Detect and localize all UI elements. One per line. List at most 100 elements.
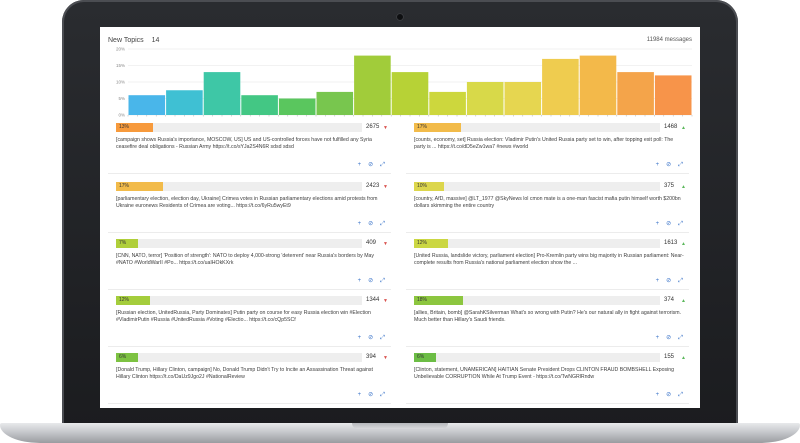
y-tick-label: 10% bbox=[116, 80, 125, 85]
topic-card[interactable]: 10% 375 ▲ [country, AfD, massive] @LT_1977 … bbox=[406, 182, 689, 233]
refresh-icon[interactable]: ⊘ bbox=[368, 278, 373, 284]
chart-bar[interactable] bbox=[166, 90, 203, 115]
chart-bar[interactable] bbox=[542, 58, 579, 115]
camera-icon bbox=[396, 13, 404, 21]
topic-text: [CNN, NATO, terror] 'Position of strengt… bbox=[116, 253, 374, 267]
topic-card[interactable]: 17% 2423 ▼ [parliamentary election, electio… bbox=[108, 182, 391, 233]
topic-share-bar: 7% bbox=[116, 239, 362, 248]
message-count: 11984 messages bbox=[646, 37, 692, 43]
chart-bar[interactable] bbox=[466, 82, 504, 115]
trend-down-icon: ▼ bbox=[383, 298, 388, 304]
trend-down-icon: ▼ bbox=[383, 125, 388, 131]
topic-text: [parliamentary election, election day, U… bbox=[116, 196, 378, 210]
add-icon[interactable]: + bbox=[656, 335, 660, 341]
topic-share-percent: 13% bbox=[119, 124, 130, 130]
topic-text: [United Russia, landslide victory, parli… bbox=[414, 253, 684, 267]
add-icon[interactable]: + bbox=[358, 392, 362, 398]
topic-message-count: 155 bbox=[664, 354, 675, 360]
chart-bar[interactable] bbox=[504, 82, 542, 115]
topic-message-count: 2675 bbox=[366, 124, 380, 130]
refresh-icon[interactable]: ⊘ bbox=[368, 392, 373, 398]
y-tick-label: 5% bbox=[118, 96, 125, 101]
topic-card[interactable]: 12% 1613 ▲ [United Russia, landslide victor… bbox=[406, 239, 689, 290]
topic-share-bar: 6% bbox=[414, 353, 660, 362]
chart-bar[interactable] bbox=[429, 91, 466, 115]
topics-histogram: 20% 15% 10% 5% 0% bbox=[116, 47, 693, 118]
y-tick-label: 20% bbox=[116, 47, 125, 52]
chart-bar[interactable] bbox=[391, 72, 429, 115]
expand-icon[interactable]: ⤢ bbox=[380, 221, 385, 227]
topic-card[interactable]: 17% 1468 ▲ [counts, economy, set] Russia el… bbox=[406, 123, 689, 174]
trend-down-icon: ▼ bbox=[383, 241, 388, 247]
topic-card[interactable]: 6% 155 ▲ [Clinton, statement, UNAMERICAN] H… bbox=[406, 353, 689, 404]
add-icon[interactable]: + bbox=[656, 221, 660, 227]
card-actions: + ⊘ ⤢ bbox=[649, 391, 683, 399]
chart-bar[interactable] bbox=[278, 98, 316, 116]
chart-bar[interactable] bbox=[128, 95, 166, 115]
refresh-icon[interactable]: ⊘ bbox=[666, 221, 671, 227]
refresh-icon[interactable]: ⊘ bbox=[666, 162, 671, 168]
title-label: New Topics bbox=[108, 37, 144, 44]
expand-icon[interactable]: ⤢ bbox=[380, 278, 385, 284]
card-actions: + ⊘ ⤢ bbox=[351, 391, 385, 399]
expand-icon[interactable]: ⤢ bbox=[380, 335, 385, 341]
chart-bar[interactable] bbox=[617, 72, 654, 115]
topic-message-count: 374 bbox=[664, 297, 675, 303]
card-actions: + ⊘ ⤢ bbox=[649, 161, 683, 169]
topic-card[interactable]: 13% 2675 ▼ [campaign shows Russia's importa… bbox=[108, 123, 391, 174]
topic-share-bar: 12% bbox=[116, 296, 362, 305]
refresh-icon[interactable]: ⊘ bbox=[368, 162, 373, 168]
expand-icon[interactable]: ⤢ bbox=[678, 392, 683, 398]
add-icon[interactable]: + bbox=[358, 162, 362, 168]
add-icon[interactable]: + bbox=[358, 278, 362, 284]
add-icon[interactable]: + bbox=[656, 162, 660, 168]
card-actions: + ⊘ ⤢ bbox=[351, 277, 385, 285]
page-title: New Topics 14 bbox=[108, 37, 159, 44]
topic-card[interactable]: 12% 1344 ▼ [Russian election, UnitedRussia,… bbox=[108, 296, 391, 347]
topic-card[interactable]: 6% 394 ▼ [Donald Trump, Hillary Clinton, ca… bbox=[108, 353, 391, 404]
chart-bar[interactable] bbox=[241, 95, 278, 115]
chart-bar[interactable] bbox=[203, 72, 241, 115]
topic-share-percent: 6% bbox=[417, 354, 425, 360]
chart-bar[interactable] bbox=[316, 91, 354, 115]
topic-share-bar: 17% bbox=[414, 123, 660, 132]
expand-icon[interactable]: ⤢ bbox=[678, 162, 683, 168]
topic-message-count: 2423 bbox=[366, 183, 380, 189]
topic-share-bar: 18% bbox=[414, 296, 660, 305]
expand-icon[interactable]: ⤢ bbox=[380, 162, 385, 168]
expand-icon[interactable]: ⤢ bbox=[678, 221, 683, 227]
topic-text: [counts, economy, set] Russia election: … bbox=[414, 137, 674, 151]
topic-text: [country, AfD, massive] @LT_1977 @SkyNew… bbox=[414, 196, 681, 210]
chart-bar[interactable] bbox=[354, 55, 391, 115]
add-icon[interactable]: + bbox=[656, 278, 660, 284]
expand-icon[interactable]: ⤢ bbox=[380, 392, 385, 398]
card-actions: + ⊘ ⤢ bbox=[649, 277, 683, 285]
expand-icon[interactable]: ⤢ bbox=[678, 278, 683, 284]
expand-icon[interactable]: ⤢ bbox=[678, 335, 683, 341]
topic-share-percent: 12% bbox=[119, 297, 130, 303]
refresh-icon[interactable]: ⊘ bbox=[666, 335, 671, 341]
chart-bar[interactable] bbox=[654, 75, 692, 115]
topic-share-percent: 6% bbox=[119, 354, 127, 360]
refresh-icon[interactable]: ⊘ bbox=[368, 221, 373, 227]
card-actions: + ⊘ ⤢ bbox=[351, 220, 385, 228]
laptop-notch bbox=[352, 423, 448, 429]
add-icon[interactable]: + bbox=[656, 392, 660, 398]
topic-share-percent: 7% bbox=[119, 240, 127, 246]
topic-share-bar: 13% bbox=[116, 123, 362, 132]
refresh-icon[interactable]: ⊘ bbox=[666, 392, 671, 398]
refresh-icon[interactable]: ⊘ bbox=[666, 278, 671, 284]
topic-message-count: 1468 bbox=[664, 124, 678, 130]
topic-share-percent: 10% bbox=[417, 183, 428, 189]
topic-share-bar: 17% bbox=[116, 182, 362, 191]
trend-up-icon: ▲ bbox=[681, 241, 686, 247]
add-icon[interactable]: + bbox=[358, 221, 362, 227]
refresh-icon[interactable]: ⊘ bbox=[368, 335, 373, 341]
chart-bar[interactable] bbox=[579, 55, 617, 115]
topic-card[interactable]: 18% 374 ▲ [allies, Britain, bomb] @SarahKSi… bbox=[406, 296, 689, 347]
topic-share-bar: 6% bbox=[116, 353, 362, 362]
topic-share-bar: 10% bbox=[414, 182, 660, 191]
topic-card[interactable]: 7% 409 ▼ [CNN, NATO, terror] 'Position of s… bbox=[108, 239, 391, 290]
add-icon[interactable]: + bbox=[358, 335, 362, 341]
topic-message-count: 375 bbox=[664, 183, 675, 189]
